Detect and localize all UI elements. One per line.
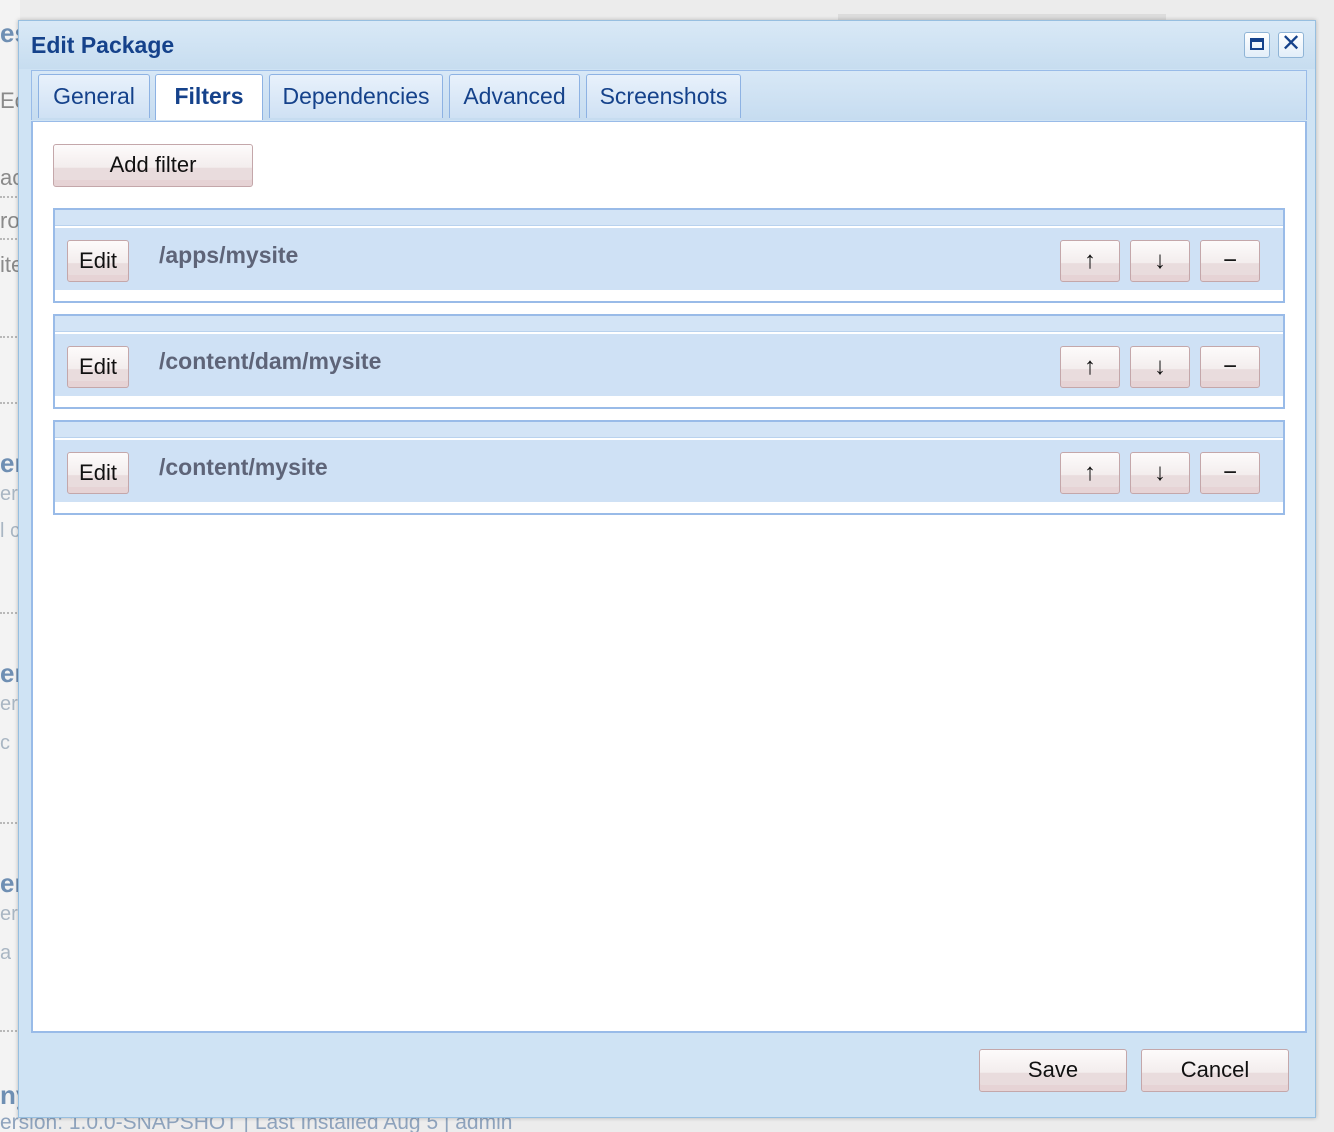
remove-filter-button[interactable]: − <box>1200 452 1260 494</box>
arrow-up-icon: ↑ <box>1084 353 1096 380</box>
cancel-button[interactable]: Cancel <box>1141 1049 1289 1092</box>
divider <box>0 612 20 614</box>
filter-path: /content/mysite <box>159 454 328 480</box>
tab-bar: General Filters Dependencies Advanced Sc… <box>31 70 1307 120</box>
filter-row: Edit /content/mysite ↑ ↓ − <box>55 440 1283 502</box>
maximize-button[interactable] <box>1244 32 1270 58</box>
filter-item: Edit /content/mysite ↑ ↓ − <box>53 420 1285 515</box>
background-text: a <box>0 942 12 964</box>
save-button[interactable]: Save <box>979 1049 1127 1092</box>
background-text: c <box>0 732 10 754</box>
background-text: ro <box>0 208 20 233</box>
arrow-down-icon: ↓ <box>1154 353 1166 380</box>
dialog-title: Edit Package <box>31 32 175 58</box>
minus-icon: − <box>1222 353 1237 380</box>
remove-filter-button[interactable]: − <box>1200 346 1260 388</box>
filter-header <box>55 422 1283 438</box>
arrow-up-icon: ↑ <box>1084 459 1096 486</box>
filter-row: Edit /apps/mysite ↑ ↓ − <box>55 228 1283 290</box>
edit-filter-button[interactable]: Edit <box>67 240 129 282</box>
filter-path: /content/dam/mysite <box>159 348 382 374</box>
divider <box>0 822 20 824</box>
maximize-icon <box>1250 38 1264 50</box>
move-up-button[interactable]: ↑ <box>1060 346 1120 388</box>
filter-path: /apps/mysite <box>159 242 299 268</box>
tab-dependencies[interactable]: Dependencies <box>269 74 443 118</box>
edit-filter-button[interactable]: Edit <box>67 452 129 494</box>
minus-icon: − <box>1222 247 1237 274</box>
divider <box>0 402 20 404</box>
divider <box>0 238 20 240</box>
filter-header <box>55 210 1283 226</box>
filters-panel: Add filter Edit /apps/mysite ↑ ↓ − Edit … <box>31 121 1307 1033</box>
tab-advanced[interactable]: Advanced <box>449 74 580 118</box>
move-up-button[interactable]: ↑ <box>1060 240 1120 282</box>
filter-header <box>55 316 1283 332</box>
tab-screenshots[interactable]: Screenshots <box>586 74 741 118</box>
close-button[interactable]: ✕ <box>1278 30 1304 58</box>
move-up-button[interactable]: ↑ <box>1060 452 1120 494</box>
move-down-button[interactable]: ↓ <box>1130 346 1190 388</box>
background-text: l c <box>0 520 20 542</box>
dialog-header[interactable]: Edit Package ✕ <box>19 21 1315 69</box>
arrow-down-icon: ↓ <box>1154 459 1166 486</box>
edit-package-dialog: Edit Package ✕ General Filters Dependenc… <box>18 20 1316 1118</box>
close-icon: ✕ <box>1280 30 1302 57</box>
add-filter-button[interactable]: Add filter <box>53 144 253 187</box>
tab-filters[interactable]: Filters <box>155 74 263 120</box>
edit-filter-button[interactable]: Edit <box>67 346 129 388</box>
filter-item: Edit /content/dam/mysite ↑ ↓ − <box>53 314 1285 409</box>
move-down-button[interactable]: ↓ <box>1130 452 1190 494</box>
filter-row: Edit /content/dam/mysite ↑ ↓ − <box>55 334 1283 396</box>
background-list: es Ec acl ro ite er ers l c er ers c er … <box>0 0 30 1132</box>
divider <box>0 196 20 198</box>
minus-icon: − <box>1222 459 1237 486</box>
divider <box>0 336 20 338</box>
arrow-up-icon: ↑ <box>1084 247 1096 274</box>
remove-filter-button[interactable]: − <box>1200 240 1260 282</box>
divider <box>0 1030 20 1032</box>
move-down-button[interactable]: ↓ <box>1130 240 1190 282</box>
filter-item: Edit /apps/mysite ↑ ↓ − <box>53 208 1285 303</box>
arrow-down-icon: ↓ <box>1154 247 1166 274</box>
tab-general[interactable]: General <box>38 74 150 118</box>
